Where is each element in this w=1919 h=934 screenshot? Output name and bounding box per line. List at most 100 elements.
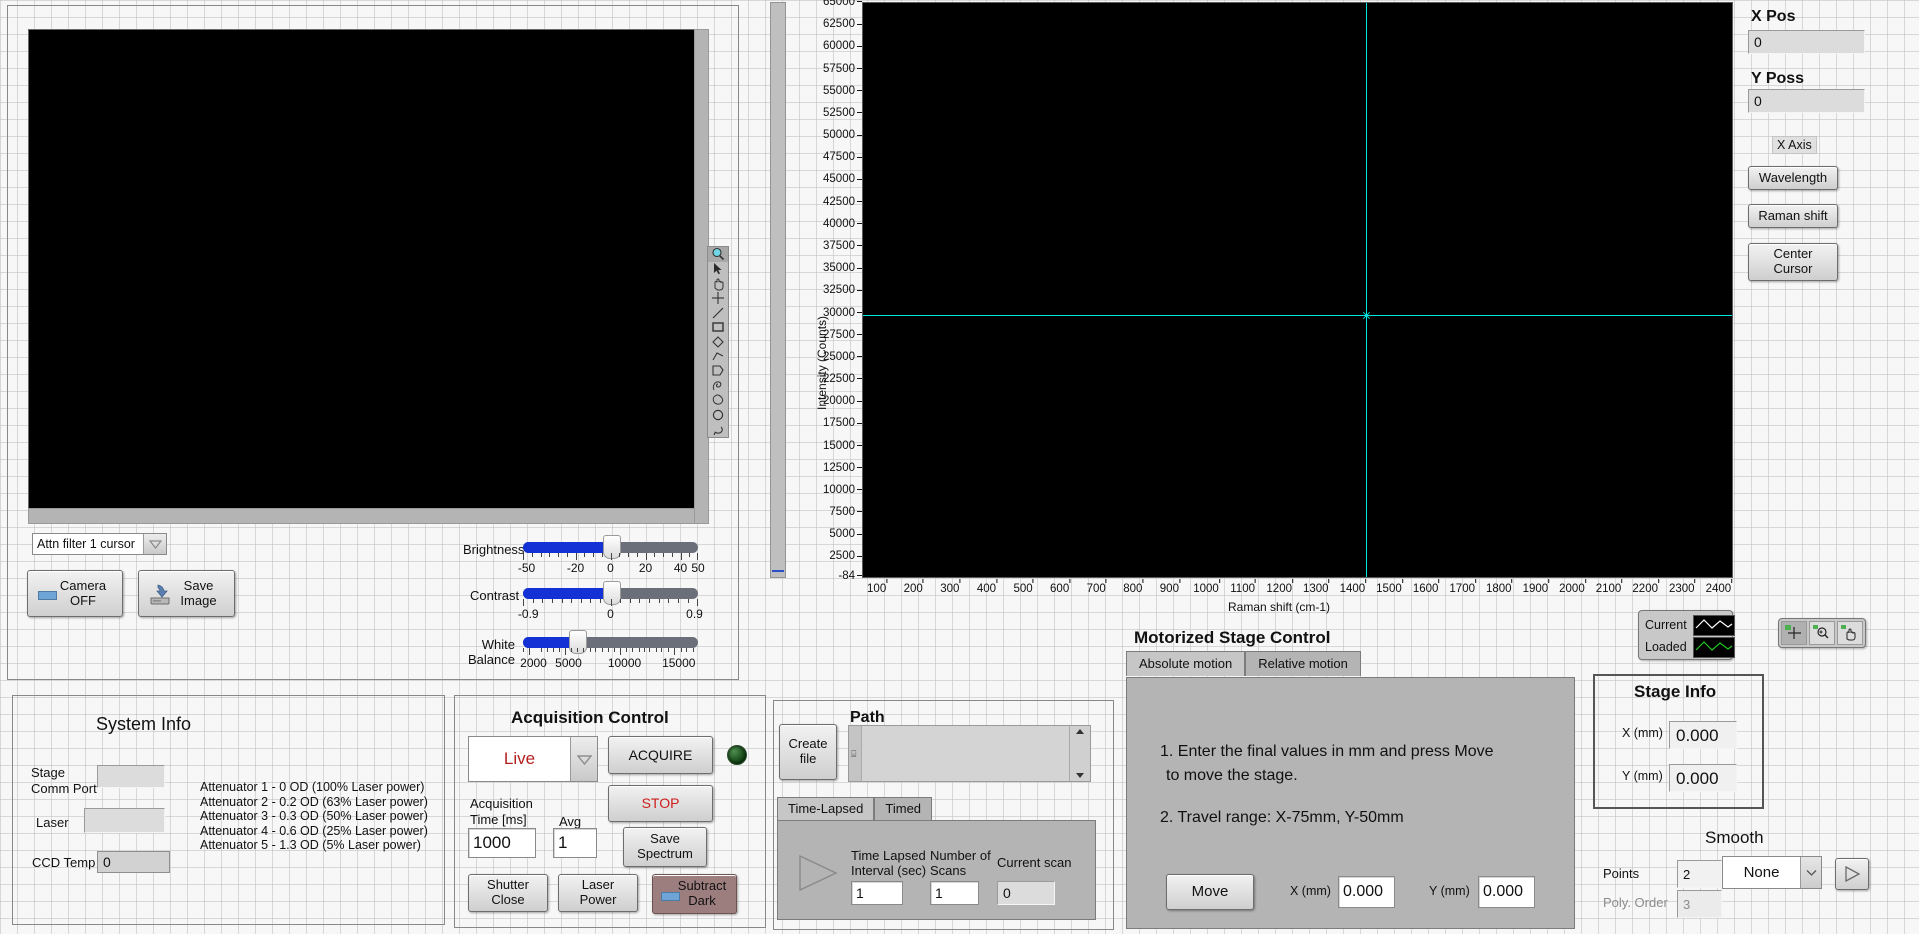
- chevron-down-icon[interactable]: [143, 534, 166, 554]
- acquisition-mode-dropdown[interactable]: Live: [468, 736, 598, 782]
- save-image-button[interactable]: Save Image: [138, 570, 235, 617]
- stage-info-y-label: Y (mm): [1622, 769, 1663, 783]
- crosshair-icon[interactable]: [708, 291, 728, 306]
- blob-icon[interactable]: [708, 393, 728, 408]
- move-button[interactable]: Move: [1166, 874, 1254, 910]
- cursor-center-marker[interactable]: [1362, 311, 1371, 320]
- spectrum-plot-area[interactable]: [862, 2, 1733, 578]
- stage-x-input[interactable]: 0.000: [1338, 876, 1395, 908]
- chart-legend[interactable]: Current Loaded: [1638, 610, 1735, 660]
- cursor-select-dropdown[interactable]: Attn filter 1 cursor: [32, 533, 167, 555]
- time-lapsed-run-button[interactable]: [796, 853, 840, 898]
- time-lapsed-tab-page: Time Lapsed Interval (sec) 1 Number of S…: [777, 820, 1096, 920]
- stop-button[interactable]: STOP: [608, 785, 713, 822]
- camera-toggle-button[interactable]: Camera OFF: [27, 570, 123, 617]
- image-tool-palette[interactable]: [707, 246, 729, 438]
- camera-image-display[interactable]: [28, 29, 695, 509]
- cursor-move-icon[interactable]: [1781, 621, 1807, 645]
- cursor-vertical-line[interactable]: [1366, 3, 1367, 577]
- diamond-icon[interactable]: [708, 335, 728, 350]
- brightness-slider[interactable]: -50 -20 0 20 40 50: [517, 535, 705, 575]
- chart-y-axis-label: Intensity (Counts): [815, 315, 829, 410]
- time-lapsed-interval-label: Time Lapsed Interval (sec): [851, 848, 926, 878]
- graph-tool-palette[interactable]: [1778, 618, 1866, 648]
- white-balance-tick-labels: 2000 5000 10000 15000: [520, 656, 696, 670]
- lasso-icon[interactable]: [708, 422, 728, 437]
- chevron-up-icon[interactable]: [1076, 729, 1084, 734]
- contrast-slider-track[interactable]: [523, 581, 698, 605]
- white-balance-slider-track[interactable]: [523, 630, 698, 654]
- attenuator-list: Attenuator 1 - 0 OD (100% Laser power) A…: [200, 780, 428, 853]
- brightness-tick-labels: -50 -20 0 20 40 50: [517, 561, 705, 575]
- white-balance-ticks: [523, 648, 698, 656]
- pan-hand-icon[interactable]: [1837, 621, 1863, 645]
- chart-left-scrollbar[interactable]: [770, 2, 786, 578]
- smooth-poly-order-label: Poly. Order: [1603, 895, 1668, 910]
- hand-pan-icon[interactable]: [708, 276, 728, 291]
- stage-y-input[interactable]: 0.000: [1478, 876, 1535, 908]
- acquisition-time-input[interactable]: 1000: [468, 828, 536, 858]
- chevron-down-icon[interactable]: [1076, 773, 1084, 778]
- tab-relative-motion-label: Relative motion: [1258, 656, 1348, 671]
- stage-y-input-label: Y (mm): [1429, 884, 1470, 898]
- smooth-points-input[interactable]: 2: [1677, 860, 1722, 888]
- path-input[interactable]: ⌸: [848, 725, 1091, 782]
- time-lapsed-interval-input[interactable]: 1: [851, 881, 903, 905]
- legend-swatch-loaded[interactable]: [1692, 636, 1735, 658]
- line-icon[interactable]: [708, 305, 728, 320]
- path-scrollbar[interactable]: [1069, 726, 1090, 781]
- chevron-down-icon[interactable]: [570, 737, 597, 781]
- magnifier-icon[interactable]: [708, 247, 728, 262]
- zoom-icon[interactable]: [1809, 621, 1835, 645]
- path-folder-icon[interactable]: ⌸: [849, 726, 862, 781]
- subtract-dark-button[interactable]: Subtract Dark: [652, 874, 737, 914]
- path-tab-header[interactable]: Time-Lapsed Timed: [777, 797, 933, 820]
- rectangle-icon[interactable]: [708, 320, 728, 335]
- laser-indicator[interactable]: [84, 808, 165, 833]
- save-spectrum-line1: Save: [650, 831, 680, 847]
- wavelength-button[interactable]: Wavelength: [1748, 166, 1838, 190]
- camera-image-hscroll[interactable]: [28, 508, 695, 524]
- stage-x-value: 0.000: [1343, 883, 1384, 900]
- stage-instruction-line: to move the stage.: [1166, 767, 1298, 784]
- attenuator-item: Attenuator 3 - 0.3 OD (50% Laser power): [200, 809, 428, 823]
- raman-shift-button[interactable]: Raman shift: [1748, 204, 1838, 228]
- legend-row[interactable]: Current: [1645, 614, 1735, 636]
- polygon-icon[interactable]: [708, 364, 728, 379]
- tab-timed-label: Timed: [885, 801, 922, 816]
- save-spectrum-line2: Spectrum: [637, 846, 693, 861]
- tab-absolute-motion[interactable]: Absolute motion: [1126, 651, 1246, 676]
- smooth-method-value: None: [1743, 864, 1780, 881]
- chevron-down-icon[interactable]: [1800, 857, 1821, 888]
- avg-input[interactable]: 1: [553, 828, 597, 858]
- circle-icon[interactable]: [708, 408, 728, 423]
- attenuator-item: Attenuator 1 - 0 OD (100% Laser power): [200, 780, 425, 794]
- tab-timed[interactable]: Timed: [874, 797, 933, 820]
- shutter-button[interactable]: Shutter Close: [468, 874, 548, 912]
- stage-comm-port-indicator[interactable]: [97, 765, 165, 788]
- tab-time-lapsed[interactable]: Time-Lapsed: [777, 797, 875, 820]
- save-spectrum-button[interactable]: Save Spectrum: [623, 827, 707, 867]
- laser-power-button[interactable]: Laser Power: [558, 874, 638, 912]
- brightness-slider-track[interactable]: [523, 535, 698, 559]
- acquire-button[interactable]: ACQUIRE: [608, 736, 713, 774]
- cursor-horizontal-line[interactable]: [863, 315, 1732, 316]
- polyline-icon[interactable]: [708, 349, 728, 364]
- smooth-run-button[interactable]: [1835, 858, 1869, 890]
- center-cursor-button[interactable]: Center Cursor: [1748, 243, 1838, 281]
- create-file-button[interactable]: Create file: [779, 724, 837, 780]
- freehand-icon[interactable]: [708, 378, 728, 393]
- move-button-label: Move: [1191, 883, 1229, 901]
- legend-row[interactable]: Loaded: [1645, 636, 1735, 658]
- stage-tab-header[interactable]: Absolute motion Relative motion: [1126, 651, 1361, 676]
- tab-relative-motion[interactable]: Relative motion: [1245, 651, 1361, 676]
- number-of-scans-input[interactable]: 1: [930, 881, 979, 905]
- arrow-cursor-icon[interactable]: [708, 262, 728, 277]
- white-balance-slider[interactable]: 2000 5000 10000 15000: [520, 630, 698, 670]
- cursor-select-value: Attn filter 1 cursor: [37, 537, 135, 551]
- smooth-method-dropdown[interactable]: None: [1722, 856, 1822, 889]
- contrast-slider[interactable]: -0.9 0 0.9: [518, 581, 703, 621]
- play-triangle-icon: [1845, 865, 1861, 883]
- legend-swatch-current[interactable]: [1692, 614, 1735, 636]
- acquisition-status-led: [727, 745, 747, 765]
